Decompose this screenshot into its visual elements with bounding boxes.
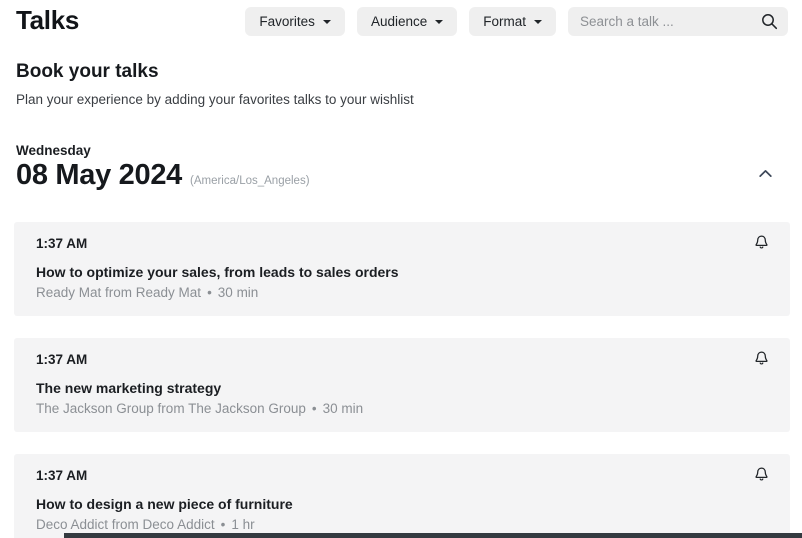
talk-card[interactable]: 1:37 AM How to optimize your sales, from…: [14, 222, 790, 316]
favorites-filter-button[interactable]: Favorites: [245, 7, 345, 36]
bell-icon[interactable]: [753, 466, 771, 484]
search-box: [568, 7, 788, 36]
talk-time: 1:37 AM: [36, 236, 734, 251]
page-title: Talks: [16, 6, 79, 36]
talk-time: 1:37 AM: [36, 352, 734, 367]
talk-meta: The Jackson Group from The Jackson Group…: [36, 401, 734, 416]
topbar: Talks Favorites Audience Format: [0, 0, 802, 36]
talk-speaker: Ready Mat from Ready Mat: [36, 285, 201, 300]
filter-controls: Favorites Audience Format: [245, 7, 788, 36]
day-header: Wednesday 08 May 2024 (America/Los_Angel…: [0, 107, 802, 190]
format-filter-label: Format: [483, 14, 526, 29]
bell-icon[interactable]: [753, 350, 771, 368]
day-weekday: Wednesday: [16, 143, 310, 158]
day-date: 08 May 2024: [16, 160, 182, 190]
day-info: Wednesday 08 May 2024 (America/Los_Angel…: [16, 143, 310, 190]
talk-time: 1:37 AM: [36, 468, 734, 483]
talk-duration: 1 hr: [231, 517, 254, 532]
talk-title: How to optimize your sales, from leads t…: [36, 264, 734, 280]
intro-subtitle: Plan your experience by adding your favo…: [16, 92, 786, 107]
talk-meta: Ready Mat from Ready Mat • 30 min: [36, 285, 734, 300]
talk-duration: 30 min: [323, 401, 364, 416]
audience-filter-button[interactable]: Audience: [357, 7, 457, 36]
chevron-down-icon: [323, 20, 331, 24]
search-icon[interactable]: [761, 13, 778, 30]
footer-top-edge: [64, 533, 802, 538]
intro-heading: Book your talks: [16, 61, 786, 83]
talk-title: How to design a new piece of furniture: [36, 496, 734, 512]
talks-list: 1:37 AM How to optimize your sales, from…: [0, 190, 802, 538]
chevron-up-icon[interactable]: [757, 165, 774, 182]
meta-separator: •: [207, 285, 212, 300]
talk-title: The new marketing strategy: [36, 380, 734, 396]
day-date-line: 08 May 2024 (America/Los_Angeles): [16, 160, 310, 190]
search-input[interactable]: [568, 7, 788, 36]
meta-separator: •: [312, 401, 317, 416]
talk-card[interactable]: 1:37 AM The new marketing strategy The J…: [14, 338, 790, 432]
talks-page: Talks Favorites Audience Format: [0, 0, 802, 538]
format-filter-button[interactable]: Format: [469, 7, 556, 36]
day-timezone: (America/Los_Angeles): [190, 175, 310, 187]
favorites-filter-label: Favorites: [259, 14, 315, 29]
talk-card[interactable]: 1:37 AM How to design a new piece of fur…: [14, 454, 790, 538]
intro-section: Book your talks Plan your experience by …: [0, 36, 802, 107]
chevron-down-icon: [534, 20, 542, 24]
meta-separator: •: [221, 517, 226, 532]
bell-icon[interactable]: [753, 234, 771, 252]
talk-speaker: Deco Addict from Deco Addict: [36, 517, 215, 532]
talk-meta: Deco Addict from Deco Addict • 1 hr: [36, 517, 734, 532]
chevron-down-icon: [435, 20, 443, 24]
audience-filter-label: Audience: [371, 14, 427, 29]
talk-duration: 30 min: [218, 285, 259, 300]
talk-speaker: The Jackson Group from The Jackson Group: [36, 401, 306, 416]
